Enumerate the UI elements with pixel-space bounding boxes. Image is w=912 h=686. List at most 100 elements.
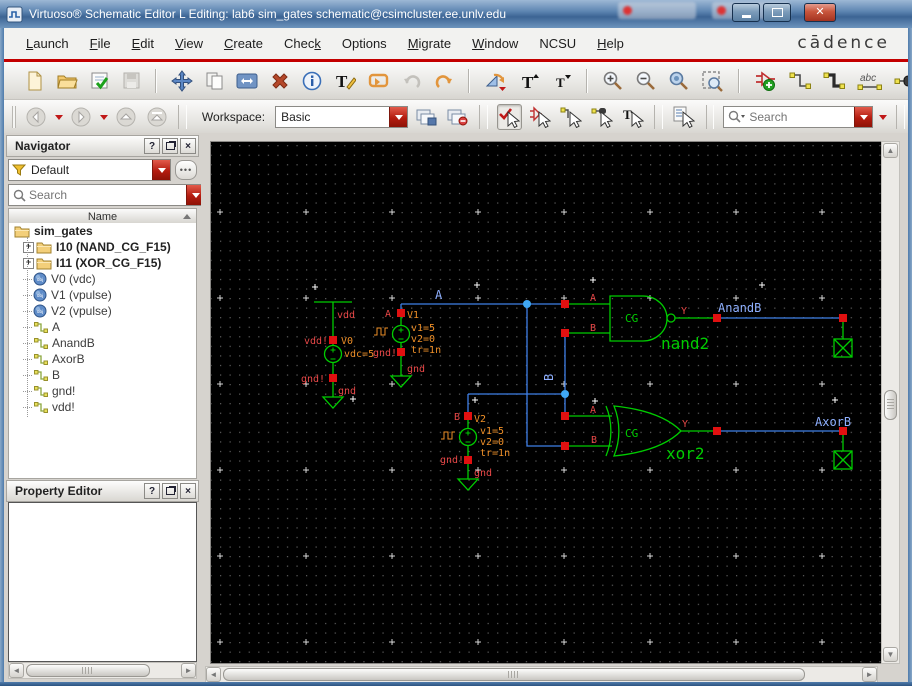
navigator-filter-dropdown[interactable]: [152, 160, 170, 180]
back-history-caret[interactable]: [54, 114, 63, 120]
object-properties-button[interactable]: [301, 66, 323, 96]
navigator-float-button[interactable]: [162, 138, 178, 154]
toolbar-grip[interactable]: [12, 106, 16, 128]
property-editor-close-button[interactable]: ×: [180, 483, 196, 499]
tree-item-sim-gates[interactable]: sim_gates: [9, 223, 196, 239]
navigator-filter-combobox[interactable]: Default: [8, 159, 171, 181]
left-panel-hscrollbar[interactable]: ◄ ►: [8, 662, 197, 679]
tree-item-v1[interactable]: obj V1 (vpulse): [9, 287, 196, 303]
text-smaller-button[interactable]: T: [551, 66, 573, 96]
forward-button[interactable]: [69, 104, 94, 130]
back-button[interactable]: [24, 104, 49, 130]
zoom-out-button[interactable]: [634, 66, 657, 96]
scroll-down-button[interactable]: ▼: [883, 647, 898, 662]
toolbar-search-input[interactable]: [746, 109, 855, 125]
schematic-canvas[interactable]: vdd vdd! V0 vdc=5 gnd! gnd A V1 v1=5 v2=…: [210, 141, 890, 664]
xor2-input-b-terminal[interactable]: [561, 442, 569, 450]
stretch-button[interactable]: [235, 66, 259, 96]
delete-button[interactable]: [269, 66, 291, 96]
revert-workspace-button[interactable]: [445, 104, 470, 130]
zoom-area-button[interactable]: [700, 66, 725, 96]
redo-button[interactable]: [433, 66, 455, 96]
v2-plus-terminal[interactable]: [464, 412, 472, 420]
navigator-close-button[interactable]: ×: [180, 138, 196, 154]
tree-item-v2[interactable]: obj V2 (vpulse): [9, 303, 196, 319]
create-wire-name-button[interactable]: abc: [856, 66, 883, 96]
select-mode-button[interactable]: [496, 104, 522, 130]
nand2-input-a-terminal[interactable]: [561, 300, 569, 308]
undo-button[interactable]: [401, 66, 423, 96]
nand2-input-b-terminal[interactable]: [561, 329, 569, 337]
search-options-caret[interactable]: [879, 114, 888, 120]
property-editor-float-button[interactable]: [162, 483, 178, 499]
menu-migrate[interactable]: Migrate: [408, 36, 451, 51]
net-axorb-label[interactable]: AxorB: [815, 415, 851, 429]
net-b-label[interactable]: B: [542, 374, 556, 381]
top-hierarchy-button[interactable]: [144, 104, 169, 130]
save-as-button[interactable]: [121, 66, 142, 96]
tree-item-net-b[interactable]: B: [9, 367, 196, 383]
search-dropdown-button[interactable]: [854, 107, 873, 127]
select-instance-mode-button[interactable]: [528, 104, 553, 130]
anandb-terminal[interactable]: [839, 314, 847, 322]
save-workspace-button[interactable]: [414, 104, 439, 130]
nand2-output-terminal[interactable]: [713, 314, 721, 322]
titlebar[interactable]: Virtuoso® Schematic Editor L Editing: la…: [0, 0, 912, 29]
tree-item-i11[interactable]: + I11 (XOR_CG_F15): [9, 255, 196, 271]
create-wide-wire-button[interactable]: [822, 66, 846, 96]
menu-edit[interactable]: Edit: [132, 36, 154, 51]
navigator-search-combobox[interactable]: [8, 184, 205, 206]
menu-view[interactable]: View: [175, 36, 203, 51]
scrollbar-thumb[interactable]: [26, 664, 150, 677]
menu-create[interactable]: Create: [224, 36, 263, 51]
scroll-left-button[interactable]: ◄: [206, 667, 221, 682]
tree-item-net-gnd[interactable]: gnd!: [9, 383, 196, 399]
navigator-titlebar[interactable]: Navigator ? ×: [6, 135, 199, 157]
menu-check[interactable]: Check: [284, 36, 321, 51]
up-hierarchy-button[interactable]: [114, 104, 139, 130]
tree-item-i10[interactable]: + I10 (NAND_CG_F15): [9, 239, 196, 255]
axorb-terminal[interactable]: [839, 427, 847, 435]
xor2-output-terminal[interactable]: [713, 427, 721, 435]
expand-icon[interactable]: +: [23, 241, 34, 253]
menu-options[interactable]: Options: [342, 36, 387, 51]
menu-help[interactable]: Help: [597, 36, 624, 51]
create-instance-button[interactable]: [753, 66, 778, 96]
text-bigger-button[interactable]: T: [519, 66, 541, 96]
menu-file[interactable]: File: [90, 36, 111, 51]
select-wire-mode-button[interactable]: [559, 104, 584, 130]
close-button[interactable]: ✕: [804, 3, 836, 22]
toolbar-search-combobox[interactable]: [723, 106, 874, 128]
scroll-left-button[interactable]: ◄: [9, 663, 24, 678]
tree-item-net-a[interactable]: A: [9, 319, 196, 335]
canvas-vscrollbar[interactable]: ▲ ▼: [881, 141, 900, 664]
zoom-in-button[interactable]: [601, 66, 624, 96]
tree-item-v0[interactable]: obj V0 (vdc): [9, 271, 196, 287]
v1-plus-terminal[interactable]: [397, 309, 405, 317]
workspace-combobox[interactable]: Basic: [275, 106, 409, 128]
tree-item-net-anandb[interactable]: AnandB: [9, 335, 196, 351]
property-editor-help-button[interactable]: ?: [144, 483, 160, 499]
menu-window[interactable]: Window: [472, 36, 518, 51]
menu-launch[interactable]: Launch: [26, 36, 69, 51]
copy-button[interactable]: [204, 66, 225, 96]
edit-labels-button[interactable]: T: [333, 66, 357, 96]
tree-item-net-vdd[interactable]: vdd!: [9, 399, 196, 415]
v1-minus-terminal[interactable]: [397, 348, 405, 356]
menu-ncsu[interactable]: NCSU: [539, 36, 576, 51]
navigator-search-input[interactable]: [26, 187, 186, 203]
navigator-help-button[interactable]: ?: [144, 138, 160, 154]
property-editor-titlebar[interactable]: Property Editor ? ×: [6, 480, 199, 502]
tree-item-net-axorb[interactable]: AxorB: [9, 351, 196, 367]
select-pin-mode-button[interactable]: [589, 104, 614, 130]
query-properties-button[interactable]: [672, 104, 697, 130]
workspace-dropdown-button[interactable]: [389, 107, 408, 127]
xor2-input-a-terminal[interactable]: [561, 412, 569, 420]
new-button[interactable]: [24, 66, 46, 96]
scroll-up-button[interactable]: ▲: [883, 143, 898, 158]
navigator-more-button[interactable]: •••: [175, 160, 197, 180]
open-button[interactable]: [56, 66, 79, 96]
net-a-label[interactable]: A: [435, 288, 443, 302]
save-button[interactable]: [89, 66, 111, 96]
create-wire-button[interactable]: [788, 66, 812, 96]
